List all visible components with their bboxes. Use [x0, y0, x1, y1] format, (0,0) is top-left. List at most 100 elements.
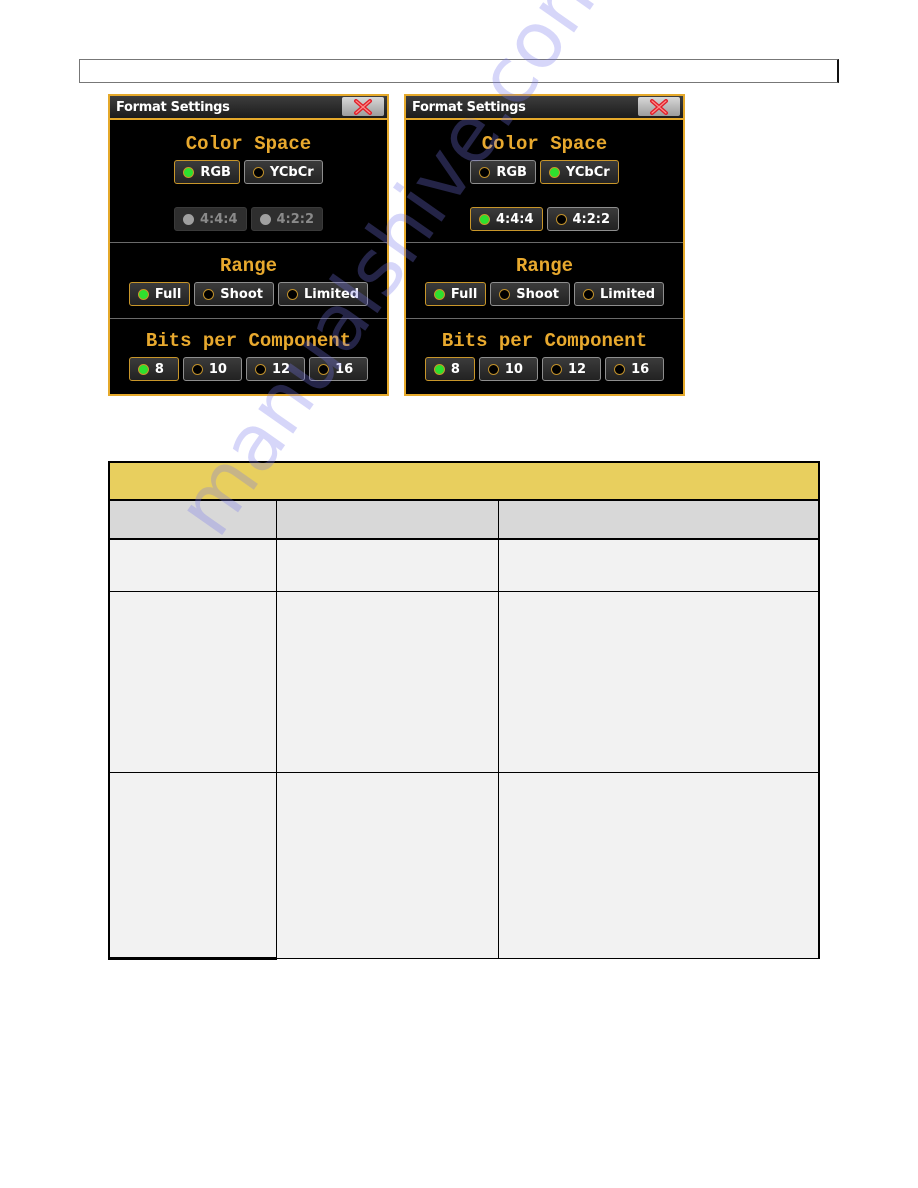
- radio-indicator-icon: [259, 213, 271, 225]
- option-label: 12: [271, 361, 291, 377]
- radio-indicator-icon: [287, 288, 298, 300]
- range-section: Range Full Shoot Limited: [406, 243, 683, 319]
- radio-indicator-icon: [433, 288, 445, 300]
- sampling-444-radio: 4:4:4: [173, 207, 247, 231]
- bits-12-radio[interactable]: 12: [245, 357, 306, 381]
- table-header-cell: [108, 499, 277, 540]
- option-label: Full: [154, 286, 182, 302]
- color-space-heading: Color Space: [185, 133, 312, 155]
- bits-8-radio[interactable]: 8: [128, 357, 179, 381]
- sampling-444-radio[interactable]: 4:4:4: [469, 207, 543, 231]
- radio-indicator-icon: [137, 363, 149, 375]
- bits-8-radio[interactable]: 8: [424, 357, 475, 381]
- page-header-box: [79, 59, 839, 83]
- range-full-radio[interactable]: Full: [424, 282, 487, 306]
- color-space-ycbcr-radio[interactable]: YCbCr: [539, 160, 619, 184]
- radio-indicator-icon: [182, 213, 194, 225]
- bits-16-radio[interactable]: 16: [605, 357, 665, 381]
- table-row: [108, 772, 820, 960]
- color-space-heading: Color Space: [481, 133, 608, 155]
- radio-indicator-icon: [499, 288, 511, 300]
- range-shoot-radio[interactable]: Shoot: [490, 282, 570, 306]
- range-limited-radio[interactable]: Limited: [278, 282, 369, 306]
- option-label: Shoot: [516, 286, 559, 302]
- range-heading: Range: [219, 255, 277, 277]
- radio-indicator-icon: [548, 166, 560, 178]
- bits-16-radio[interactable]: 16: [309, 357, 369, 381]
- table-header-cell: [276, 499, 499, 540]
- panel-titlebar: Format Settings: [110, 96, 387, 120]
- format-settings-panel-rgb: Format Settings Color Space RGB YCbCr 4:…: [108, 94, 389, 396]
- table-row: [108, 591, 820, 773]
- option-label: 16: [335, 361, 354, 377]
- radio-indicator-icon: [203, 288, 215, 300]
- bits-12-radio[interactable]: 12: [541, 357, 602, 381]
- table-cell: [498, 772, 820, 959]
- panel-title: Format Settings: [412, 100, 526, 115]
- option-label: 4:4:4: [495, 211, 534, 227]
- radio-indicator-icon: [252, 166, 264, 178]
- table-cell: [108, 538, 277, 592]
- option-label: Full: [450, 286, 478, 302]
- sampling-422-radio[interactable]: 4:2:2: [546, 207, 620, 231]
- range-heading: Range: [515, 255, 573, 277]
- color-space-rgb-radio[interactable]: RGB: [470, 160, 536, 184]
- bits-heading: Bits per Component: [441, 330, 648, 352]
- color-space-ycbcr-radio[interactable]: YCbCr: [243, 160, 323, 184]
- radio-indicator-icon: [555, 213, 567, 225]
- radio-indicator-icon: [254, 363, 266, 375]
- option-label: 10: [208, 361, 227, 377]
- range-shoot-radio[interactable]: Shoot: [194, 282, 274, 306]
- radio-indicator-icon: [479, 166, 491, 178]
- panel-title: Format Settings: [116, 100, 230, 115]
- option-label: RGB: [496, 164, 527, 180]
- table-cell: [276, 772, 499, 959]
- table-header-cell: [498, 499, 820, 540]
- radio-indicator-icon: [191, 363, 203, 375]
- option-label: RGB: [200, 164, 231, 180]
- table-cell: [276, 538, 499, 592]
- range-limited-radio[interactable]: Limited: [574, 282, 665, 306]
- color-space-section: Color Space RGB YCbCr 4:4:4 4:2:2: [110, 120, 387, 243]
- range-full-radio[interactable]: Full: [128, 282, 191, 306]
- radio-indicator-icon: [183, 166, 195, 178]
- range-section: Range Full Shoot Limited: [110, 243, 387, 319]
- option-label: 8: [450, 361, 460, 377]
- radio-indicator-icon: [614, 363, 626, 375]
- format-settings-panel-ycbcr: Format Settings Color Space RGB YCbCr 4:…: [404, 94, 685, 396]
- bits-10-radio[interactable]: 10: [478, 357, 538, 381]
- sampling-422-radio: 4:2:2: [250, 207, 324, 231]
- table-cell: [276, 591, 499, 773]
- option-label: 4:2:2: [276, 211, 315, 227]
- radio-indicator-icon: [137, 288, 149, 300]
- table-header-row: [108, 499, 820, 540]
- option-label: Limited: [600, 286, 656, 302]
- radio-indicator-icon: [487, 363, 499, 375]
- settings-table: [108, 461, 820, 960]
- table-cell: [108, 772, 277, 960]
- option-label: Shoot: [220, 286, 263, 302]
- option-label: Limited: [304, 286, 360, 302]
- option-label: 10: [504, 361, 523, 377]
- color-space-rgb-radio[interactable]: RGB: [174, 160, 240, 184]
- close-button[interactable]: [638, 97, 680, 116]
- bits-heading: Bits per Component: [145, 330, 352, 352]
- table-cell: [108, 591, 277, 773]
- option-label: 4:2:2: [572, 211, 611, 227]
- bits-10-radio[interactable]: 10: [182, 357, 242, 381]
- radio-indicator-icon: [318, 363, 330, 375]
- table-cell: [498, 591, 820, 773]
- radio-indicator-icon: [433, 363, 445, 375]
- close-x-icon: [354, 98, 372, 115]
- close-x-icon: [650, 98, 668, 115]
- option-label: 8: [154, 361, 164, 377]
- radio-indicator-icon: [478, 213, 490, 225]
- panel-titlebar: Format Settings: [406, 96, 683, 120]
- radio-indicator-icon: [550, 363, 562, 375]
- option-label: YCbCr: [269, 164, 314, 180]
- table-cell: [498, 538, 820, 592]
- option-label: YCbCr: [565, 164, 610, 180]
- table-caption: [108, 461, 820, 501]
- table-row: [108, 538, 820, 592]
- close-button[interactable]: [342, 97, 384, 116]
